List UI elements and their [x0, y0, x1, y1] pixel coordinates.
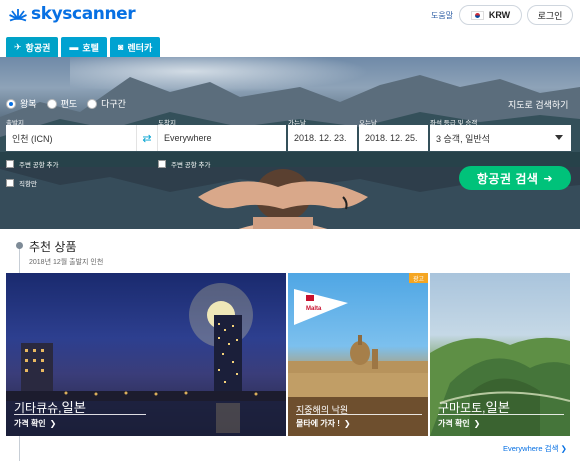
nearby-from-checkbox[interactable]: 주변 공항 추가: [6, 159, 59, 169]
card-cta[interactable]: 가격 확인 ❯: [438, 418, 480, 429]
card-cta[interactable]: 가격 확인 ❯: [14, 418, 56, 429]
skyscanner-logo[interactable]: skyscanner: [8, 4, 136, 24]
card-country: 일본: [61, 400, 87, 415]
recommendations-title: 추천 상품: [29, 240, 77, 254]
top-bar: skyscanner 도움말 KRW 로그인: [0, 0, 580, 36]
card-cta-label: 가격 확인: [438, 419, 470, 428]
sunrise-logo-icon: [9, 9, 27, 22]
chevron-right-icon: ❯: [343, 419, 351, 428]
card-caption: 지중해의 낙원: [296, 400, 348, 418]
card-cta-label: 몰타에 가자 !: [296, 419, 340, 428]
nearby-to-checkbox[interactable]: 주변 공항 추가: [158, 159, 211, 169]
cabin-passengers-select[interactable]: 3 승객, 일반석: [430, 125, 571, 151]
malta-logo-text: Malta: [306, 306, 322, 312]
from-input[interactable]: 인천 (ICN): [6, 125, 136, 151]
currency-label: KRW: [488, 10, 511, 20]
card-country: 일본: [485, 400, 511, 415]
cabin-passengers-value: 3 승객, 일반석: [436, 133, 490, 144]
car-icon: ◙: [117, 42, 124, 52]
help-link[interactable]: 도움말: [431, 10, 453, 21]
checkbox-icon: [6, 160, 14, 168]
korea-flag-icon: [470, 10, 484, 20]
card-divider: [14, 414, 146, 415]
product-tabs: ✈ 항공권 ▬ 호텔 ◙ 렌터카: [6, 37, 163, 57]
tab-flights[interactable]: ✈ 항공권: [6, 37, 59, 57]
trip-type-round-label: 왕복: [20, 99, 37, 109]
trip-type-round[interactable]: 왕복: [6, 97, 37, 110]
card-name: 기타큐슈,: [14, 401, 62, 415]
tab-car-hire[interactable]: ◙ 렌터카: [109, 37, 161, 57]
currency-button[interactable]: KRW: [459, 5, 522, 25]
recommendations-subtitle: 2018년 12월 출발지 인천: [29, 259, 104, 266]
trip-type-oneway[interactable]: 편도: [46, 97, 78, 110]
chevron-right-icon: ❯: [49, 419, 57, 428]
trip-type-multi-label: 다구간: [101, 99, 126, 109]
depart-date-input[interactable]: 2018. 12. 23.: [288, 125, 357, 151]
bed-icon: ▬: [69, 42, 79, 52]
tab-hotels[interactable]: ▬ 호텔: [61, 37, 107, 57]
nearby-from-label: 주변 공항 추가: [19, 162, 59, 169]
everywhere-search-link[interactable]: Everywhere 검색 ❯: [503, 443, 567, 454]
chevron-right-icon: ❯: [473, 419, 481, 428]
radio-empty-icon: [46, 98, 57, 109]
arrow-right-icon: ➜: [543, 172, 554, 185]
checkbox-icon: [158, 160, 166, 168]
login-button[interactable]: 로그인: [527, 5, 573, 25]
radio-selected-icon: [6, 98, 16, 109]
radio-empty-icon: [87, 98, 98, 109]
everywhere-search-label: Everywhere 검색: [503, 444, 559, 453]
card-cta[interactable]: 몰타에 가자 ! ❯: [296, 418, 351, 429]
card-divider: [296, 414, 422, 415]
timeline-dot: [16, 242, 23, 249]
search-flights-button[interactable]: 항공권 검색 ➜: [459, 166, 571, 190]
card-divider: [438, 414, 564, 415]
trip-type-multi[interactable]: 다구간: [87, 97, 126, 110]
trip-type-oneway-label: 편도: [60, 99, 78, 109]
caret-down-icon: [555, 135, 563, 140]
plane-icon: ✈: [14, 41, 22, 52]
deal-card-kitakyushu[interactable]: 기타큐슈,일본 가격 확인 ❯: [6, 273, 286, 436]
tab-flights-label: 항공권: [25, 42, 51, 53]
deal-card-malta[interactable]: Malta 지중해의 낙원 몰타에 가자 ! ❯: [288, 273, 428, 436]
to-input[interactable]: Everywhere: [158, 125, 286, 151]
tab-hotels-label: 호텔: [82, 42, 99, 53]
checkbox-icon: [6, 179, 14, 187]
swap-airports-button[interactable]: ⇄: [136, 125, 158, 151]
chevron-right-icon: ❯: [560, 444, 567, 453]
card-cta-label: 가격 확인: [14, 419, 46, 428]
nearby-to-label: 주변 공항 추가: [171, 162, 211, 169]
deal-card-kumamoto[interactable]: 구마모토,일본 가격 확인 ❯: [430, 273, 570, 436]
malta-logo-icon: [306, 295, 314, 301]
direct-only-checkbox[interactable]: 직항만: [6, 178, 37, 188]
tab-car-hire-label: 렌터카: [127, 42, 153, 53]
return-date-input[interactable]: 2018. 12. 25.: [359, 125, 428, 151]
card-name: 구마모토,: [438, 401, 486, 415]
brand-name: skyscanner: [31, 4, 136, 24]
search-flights-label: 항공권 검색: [476, 171, 539, 186]
direct-only-label: 직항만: [19, 181, 37, 188]
map-search-link[interactable]: 지도로 검색하기: [508, 98, 568, 111]
trip-type-group: 왕복 편도 다구간: [6, 97, 126, 110]
swap-arrows-icon: ⇄: [142, 132, 152, 145]
ad-badge: 광고: [409, 273, 428, 283]
